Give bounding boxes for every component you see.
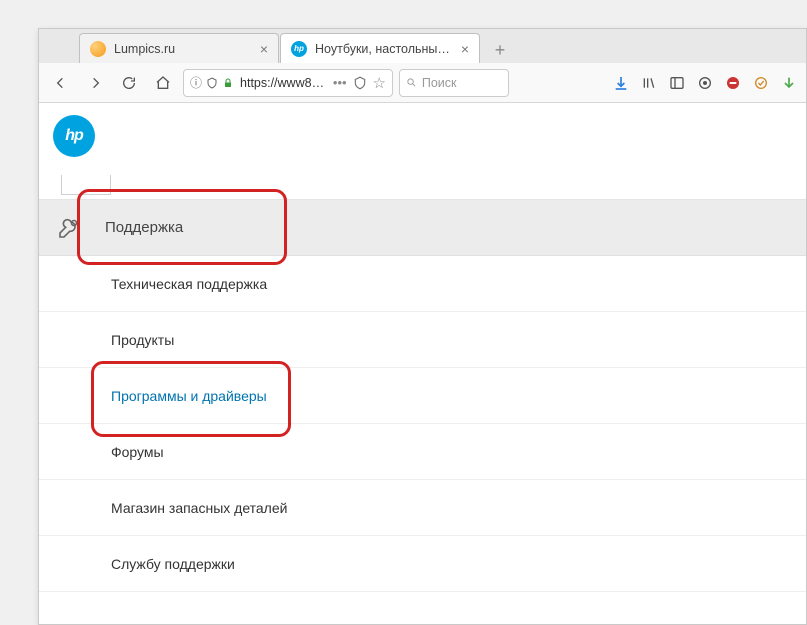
- search-input[interactable]: [422, 76, 502, 90]
- hp-logo[interactable]: hp: [53, 115, 95, 157]
- bookmark-star-icon[interactable]: ☆: [373, 74, 386, 92]
- support-label: Поддержка: [105, 219, 183, 236]
- reload-button[interactable]: [115, 69, 143, 97]
- browser-toolbar: ⓘ https://www8.hp.com ••• ☆: [39, 63, 806, 103]
- sidebar-icon[interactable]: [668, 74, 686, 92]
- home-button[interactable]: [149, 69, 177, 97]
- content-stub: [61, 175, 111, 195]
- wrench-icon: [57, 216, 81, 240]
- tab-lumpics[interactable]: Lumpics.ru ×: [79, 33, 279, 63]
- tab-label: Ноутбуки, настольные ПК, пр…: [315, 42, 453, 56]
- search-icon: [406, 76, 417, 89]
- tab-close-icon[interactable]: ×: [461, 41, 469, 57]
- menu-item-support-service[interactable]: Службу поддержки: [39, 536, 806, 592]
- new-tab-button[interactable]: +: [487, 37, 513, 63]
- download-icon[interactable]: [612, 74, 630, 92]
- adblock-icon[interactable]: [724, 74, 742, 92]
- menu-item-software-drivers[interactable]: Программы и драйверы: [39, 368, 806, 424]
- tab-label: Lumpics.ru: [114, 42, 252, 56]
- page-content: hp Поддержка Техническая поддержка Проду…: [39, 103, 806, 624]
- forward-button[interactable]: [81, 69, 109, 97]
- tab-close-icon[interactable]: ×: [260, 41, 268, 57]
- support-menu-list: Техническая поддержка Продукты Программы…: [39, 256, 806, 592]
- favicon-hp: [291, 41, 307, 57]
- info-icon[interactable]: ⓘ: [190, 74, 202, 91]
- menu-item-spare-parts[interactable]: Магазин запасных деталей: [39, 480, 806, 536]
- url-text: https://www8.hp.com: [240, 76, 327, 90]
- favicon-lumpics: [90, 41, 106, 57]
- library-icon[interactable]: [640, 74, 658, 92]
- back-button[interactable]: [47, 69, 75, 97]
- menu-item-tech-support[interactable]: Техническая поддержка: [39, 256, 806, 312]
- lock-icon: [222, 77, 234, 89]
- url-bar[interactable]: ⓘ https://www8.hp.com ••• ☆: [183, 69, 393, 97]
- shield-outline-icon[interactable]: [353, 76, 367, 90]
- extension-icon-1[interactable]: [696, 74, 714, 92]
- menu-item-forums[interactable]: Форумы: [39, 424, 806, 480]
- menu-item-products[interactable]: Продукты: [39, 312, 806, 368]
- extension-icon-2[interactable]: [752, 74, 770, 92]
- tab-bar: Lumpics.ru × Ноутбуки, настольные ПК, пр…: [39, 29, 806, 63]
- shield-icon: [206, 77, 218, 89]
- search-box[interactable]: [399, 69, 509, 97]
- tab-hp[interactable]: Ноутбуки, настольные ПК, пр… ×: [280, 33, 480, 63]
- support-menu-header[interactable]: Поддержка: [39, 200, 806, 256]
- download-arrow-icon[interactable]: [780, 74, 798, 92]
- more-icon[interactable]: •••: [333, 75, 347, 90]
